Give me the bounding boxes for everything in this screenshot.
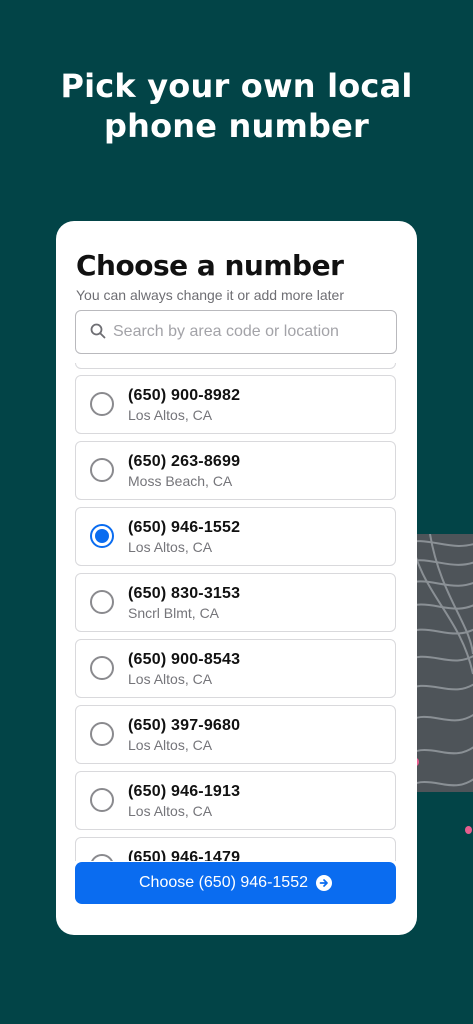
number-option[interactable]: (650) 830-3153 Sncrl Blmt, CA — [75, 573, 396, 632]
decor-dot — [465, 826, 472, 834]
phone-number: (650) 397-9680 — [128, 717, 241, 734]
phone-location: Los Altos, CA — [128, 803, 213, 819]
radio-icon[interactable] — [90, 392, 114, 416]
number-option[interactable]: (650) 900-8543 Los Altos, CA — [75, 639, 396, 698]
phone-number: (650) 946-1552 — [128, 519, 241, 536]
choose-number-label: Choose (650) 946-1552 — [138, 874, 308, 891]
search-icon — [90, 323, 106, 344]
search-placeholder: Search by area code or location — [113, 323, 339, 340]
search-input[interactable]: Search by area code or location — [75, 310, 397, 354]
phone-location: Los Altos, CA — [128, 407, 213, 423]
number-list[interactable]: (650) 900-8982 Los Altos, CA (650) 263-8… — [75, 363, 397, 861]
number-option[interactable] — [75, 363, 396, 369]
phone-location: Sncrl Blmt, CA — [128, 605, 220, 621]
radio-icon[interactable] — [90, 854, 114, 861]
number-option[interactable]: (650) 397-9680 Los Altos, CA — [75, 705, 396, 764]
radio-icon[interactable] — [90, 458, 114, 482]
phone-number: (650) 900-8543 — [128, 651, 241, 668]
number-option[interactable]: (650) 263-8699 Moss Beach, CA — [75, 441, 396, 500]
phone-number: (650) 946-1479 — [128, 849, 241, 861]
phone-location: Los Altos, CA — [128, 737, 213, 753]
radio-icon[interactable] — [90, 590, 114, 614]
card-subtitle: You can always change it or add more lat… — [76, 287, 344, 303]
phone-number: (650) 946-1913 — [128, 783, 241, 800]
number-option[interactable]: (650) 946-1479 — [75, 837, 396, 861]
phone-number: (650) 830-3153 — [128, 585, 241, 602]
phone-location: Los Altos, CA — [128, 539, 213, 555]
radio-icon[interactable] — [90, 788, 114, 812]
headline: Pick your own local phone number — [0, 66, 473, 146]
arrow-right-circle-icon — [316, 875, 332, 891]
choose-number-card: Choose a number You can always change it… — [56, 221, 417, 935]
radio-icon[interactable] — [90, 656, 114, 680]
number-option-selected[interactable]: (650) 946-1552 Los Altos, CA — [75, 507, 396, 566]
choose-number-button[interactable]: Choose (650) 946-1552 — [75, 862, 396, 904]
radio-icon[interactable] — [90, 722, 114, 746]
headline-line-1: Pick your own local — [60, 67, 413, 105]
number-option[interactable]: (650) 946-1913 Los Altos, CA — [75, 771, 396, 830]
phone-location: Los Altos, CA — [128, 671, 213, 687]
radio-selected-icon[interactable] — [90, 524, 114, 548]
number-option[interactable]: (650) 900-8982 Los Altos, CA — [75, 375, 396, 434]
phone-number: (650) 263-8699 — [128, 453, 241, 470]
card-title: Choose a number — [76, 249, 344, 282]
headline-line-2: phone number — [104, 107, 369, 145]
phone-number: (650) 900-8982 — [128, 387, 241, 404]
phone-location: Moss Beach, CA — [128, 473, 233, 489]
